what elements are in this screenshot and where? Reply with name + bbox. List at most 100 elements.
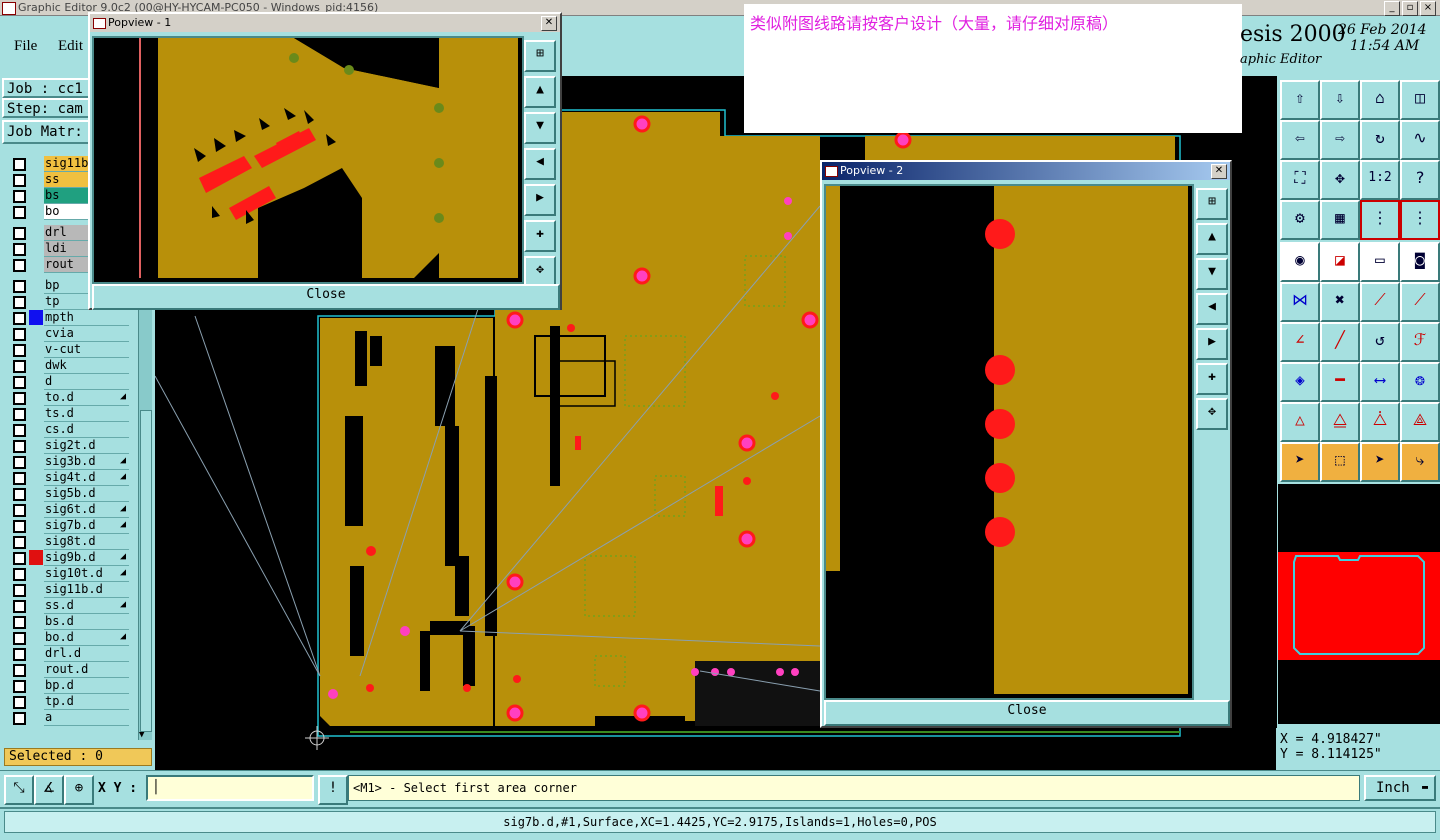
layer-name[interactable]: dwk bbox=[44, 358, 129, 374]
layer-checkbox[interactable] bbox=[13, 488, 26, 501]
zoom-icon[interactable]: ⊞ bbox=[524, 40, 556, 72]
layer-checkbox[interactable] bbox=[13, 328, 26, 341]
measure-icon[interactable]: ◪ bbox=[1320, 242, 1360, 282]
layer-row-to-d[interactable]: to.d ◢ bbox=[8, 390, 129, 406]
layer-row-a[interactable]: a bbox=[8, 710, 129, 726]
zoom-in-icon[interactable]: ✚ bbox=[524, 220, 556, 252]
pan-left-icon[interactable]: ◀ bbox=[524, 148, 556, 180]
minimize-button[interactable]: _ bbox=[1384, 1, 1400, 16]
layer-row-ts-d[interactable]: ts.d bbox=[8, 406, 129, 422]
layer-row-rout-d[interactable]: rout.d bbox=[8, 662, 129, 678]
layer-name[interactable]: sig9b.d bbox=[44, 550, 129, 566]
layer-name[interactable]: tp.d bbox=[44, 694, 129, 710]
layer-checkbox[interactable] bbox=[13, 456, 26, 469]
layer-name[interactable]: cs.d bbox=[44, 422, 129, 438]
layer-checkbox[interactable] bbox=[13, 376, 26, 389]
layer-checkbox[interactable] bbox=[13, 408, 26, 421]
layer-row-mpth[interactable]: mpth bbox=[8, 310, 129, 326]
layer-checkbox[interactable] bbox=[13, 552, 26, 565]
tool-left-icon[interactable]: ⇦ bbox=[1280, 120, 1320, 160]
layer-name[interactable]: sig10t.d bbox=[44, 566, 129, 582]
layer-name[interactable]: bp.d bbox=[44, 678, 129, 694]
layer-checkbox[interactable] bbox=[13, 568, 26, 581]
layer-checkbox[interactable] bbox=[13, 243, 26, 256]
popview-1-close-icon[interactable]: ✕ bbox=[541, 16, 557, 31]
node-icon[interactable]: ◈ bbox=[1280, 362, 1320, 402]
popview-2-close-button[interactable]: Close bbox=[824, 700, 1230, 726]
layer-checkbox[interactable] bbox=[13, 712, 26, 725]
layer-checkbox[interactable] bbox=[13, 344, 26, 357]
layer-checkbox[interactable] bbox=[13, 616, 26, 629]
arc-icon[interactable]: ↺ bbox=[1360, 322, 1400, 362]
scrollbar-thumb[interactable] bbox=[140, 410, 152, 732]
job-matrix-button[interactable]: Job Matr: bbox=[2, 120, 90, 144]
pointer-route-icon[interactable]: ⤷ bbox=[1400, 442, 1440, 482]
zoom-out-icon[interactable]: ✥ bbox=[1196, 398, 1228, 430]
redo-icon[interactable]: ↻ bbox=[1360, 120, 1400, 160]
layer-row-ss-d[interactable]: ss.d ◢ bbox=[8, 598, 129, 614]
layer-name[interactable]: cvia bbox=[44, 326, 129, 342]
layer-checkbox[interactable] bbox=[13, 360, 26, 373]
grid-snap-icon[interactable]: ⊕ bbox=[64, 775, 94, 805]
layer-checkbox[interactable] bbox=[13, 584, 26, 597]
layer-row-sig9b-d[interactable]: sig9b.d ◢ bbox=[8, 550, 129, 566]
triangle-icon[interactable]: △ bbox=[1280, 402, 1320, 442]
layer-row-v-cut[interactable]: v-cut bbox=[8, 342, 129, 358]
group-icon[interactable]: ❂ bbox=[1400, 362, 1440, 402]
layer-checkbox[interactable] bbox=[13, 392, 26, 405]
ruler-icon[interactable]: ▭ bbox=[1360, 242, 1400, 282]
window-close-button[interactable]: × bbox=[1420, 1, 1436, 16]
triangle-alt-icon[interactable]: ⧋ bbox=[1320, 402, 1360, 442]
layer-checkbox[interactable] bbox=[13, 259, 26, 272]
layer-name[interactable]: sig6t.d bbox=[44, 502, 129, 518]
pan-right-icon[interactable]: ▶ bbox=[1196, 328, 1228, 360]
layer-row-sig10t-d[interactable]: sig10t.d ◢ bbox=[8, 566, 129, 582]
layer-name[interactable]: sig11b.d bbox=[44, 582, 129, 598]
fit-icon[interactable]: ⛶ bbox=[1280, 160, 1320, 200]
slash-icon[interactable]: ╱ bbox=[1320, 322, 1360, 362]
pan-left-icon[interactable]: ◀ bbox=[1196, 293, 1228, 325]
layer-checkbox[interactable] bbox=[13, 424, 26, 437]
layer-row-sig7b-d[interactable]: sig7b.d ◢ bbox=[8, 518, 129, 534]
layer-name[interactable]: bs.d bbox=[44, 614, 129, 630]
snap-icon[interactable]: ⋮ bbox=[1360, 200, 1400, 240]
layer-checkbox[interactable] bbox=[13, 472, 26, 485]
layer-row-bp-d[interactable]: bp.d bbox=[8, 678, 129, 694]
pan-down-icon[interactable]: ▼ bbox=[1196, 258, 1228, 290]
popview-2-view[interactable] bbox=[824, 184, 1194, 700]
layer-checkbox[interactable] bbox=[13, 520, 26, 533]
layer-checkbox[interactable] bbox=[13, 696, 26, 709]
select-pad-icon[interactable]: ◉ bbox=[1280, 242, 1320, 282]
maximize-button[interactable]: ▫ bbox=[1402, 1, 1418, 16]
popview-2-close-icon[interactable]: ✕ bbox=[1211, 164, 1227, 179]
layer-checkbox[interactable] bbox=[13, 190, 26, 203]
layer-row-sig11b-d[interactable]: sig11b.d bbox=[8, 582, 129, 598]
center-icon[interactable]: ✥ bbox=[1320, 160, 1360, 200]
layer-name[interactable]: sig3b.d bbox=[44, 454, 129, 470]
tool-bottom-icon[interactable]: ⇩ bbox=[1320, 80, 1360, 120]
layer-checkbox[interactable] bbox=[13, 312, 26, 325]
tool-top-icon[interactable]: ⇧ bbox=[1280, 80, 1320, 120]
layer-row-tp-d[interactable]: tp.d bbox=[8, 694, 129, 710]
layer-name[interactable]: sig8t.d bbox=[44, 534, 129, 550]
layer-row-sig8t-d[interactable]: sig8t.d bbox=[8, 534, 129, 550]
measure-angle-icon[interactable]: ∡ bbox=[34, 775, 64, 805]
help-icon[interactable]: ? bbox=[1400, 160, 1440, 200]
layer-checkbox[interactable] bbox=[13, 158, 26, 171]
zoom-area-icon[interactable]: ⤡ bbox=[4, 775, 34, 805]
pointer-box-icon[interactable]: ⬚ bbox=[1320, 442, 1360, 482]
units-select[interactable]: Inch ▬ bbox=[1364, 775, 1436, 801]
layer-checkbox[interactable] bbox=[13, 632, 26, 645]
popview-1-view[interactable] bbox=[92, 36, 524, 284]
layer-row-cs-d[interactable]: cs.d bbox=[8, 422, 129, 438]
layer-row-cvia[interactable]: cvia bbox=[8, 326, 129, 342]
layer-checkbox[interactable] bbox=[13, 600, 26, 613]
layer-name[interactable]: to.d bbox=[44, 390, 129, 406]
layer-name[interactable]: v-cut bbox=[44, 342, 129, 358]
settings-icon[interactable]: ⚙ bbox=[1280, 200, 1320, 240]
triangle-edit-icon[interactable]: ⧊ bbox=[1360, 402, 1400, 442]
layer-name[interactable]: sig7b.d bbox=[44, 518, 129, 534]
layer-name[interactable]: d bbox=[44, 374, 129, 390]
menu-edit[interactable]: Edit bbox=[58, 38, 83, 55]
layer-name[interactable]: sig2t.d bbox=[44, 438, 129, 454]
